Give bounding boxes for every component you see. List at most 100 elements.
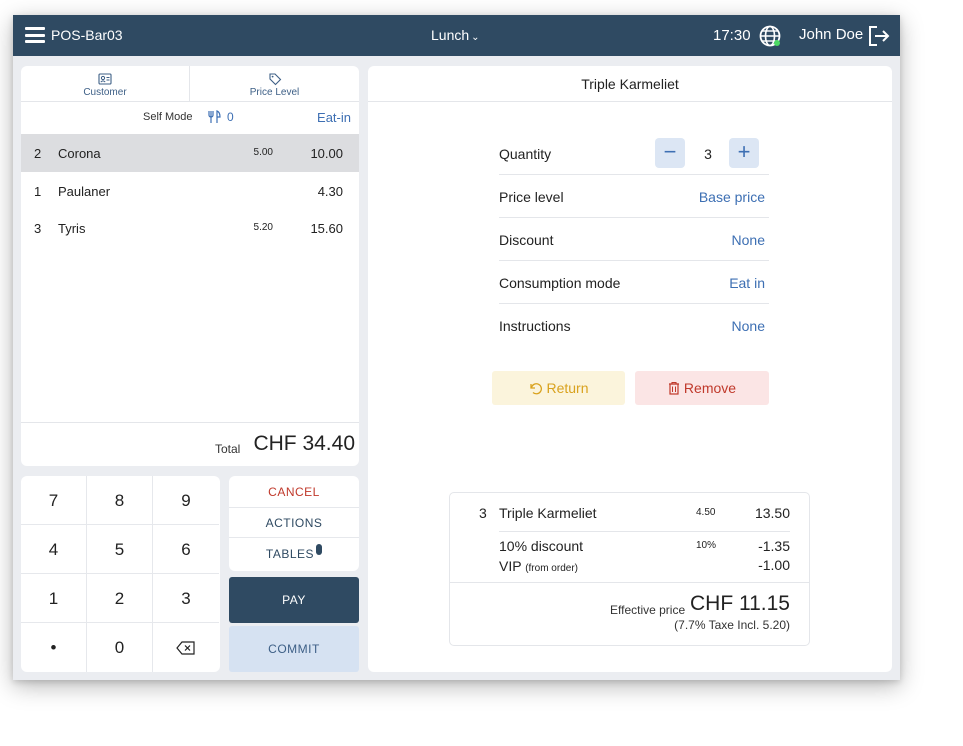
commit-button[interactable]: COMMIT [229,626,359,672]
remove-button[interactable]: Remove [635,371,769,405]
vip-line-value: -1.00 [758,557,790,573]
key-2[interactable]: 2 [87,574,153,623]
chevron-down-icon: ⌄ [471,32,480,43]
discount-line-label: 10% discount [499,538,584,554]
discount-row: Discount None [499,218,769,261]
tables-label: TABLES [265,547,315,561]
order-line[interactable]: 2 Corona 5.00 10.00 [21,134,359,172]
consumption-mode-value[interactable]: Eat in [729,275,765,291]
line-name: Paulaner [58,184,111,199]
line-name: Tyris [58,221,86,236]
line-total: 4.30 [317,184,343,199]
instructions-row: Instructions None [499,304,769,347]
tab-price-level-label: Price Level [249,87,300,98]
backspace-icon [176,641,195,655]
line-name: Corona [58,146,101,161]
price-summary: 3 Triple Karmeliet 4.50 13.50 10% discou… [449,492,810,646]
price-level-label: Price level [499,189,564,205]
key-7[interactable]: 7 [21,476,87,525]
price-level-row: Price level Base price [499,175,769,218]
tables-badge [316,544,323,555]
actions-button[interactable]: ACTIONS [229,508,359,538]
guest-count[interactable]: 0 [227,110,234,124]
order-line[interactable]: 1 Paulaner 4.30 [21,172,359,210]
clock: 17:30 [713,27,751,44]
vip-line-label: VIP (from order) [499,558,578,574]
key-6[interactable]: 6 [153,525,219,574]
line-total: 15.60 [310,221,343,236]
instructions-label: Instructions [499,318,571,334]
discount-value[interactable]: None [732,232,765,248]
undo-icon [530,383,543,395]
quantity-decrease-button[interactable]: − [655,138,685,168]
instructions-value[interactable]: None [732,318,765,334]
pos-window: POS-Bar03 Lunch ⌄ 17:30 John Doe Custome… [13,15,900,680]
line-unit-price: 5.20 [253,222,273,233]
line-unit-price: 5.00 [253,147,273,158]
hamburger-menu-icon[interactable] [25,27,45,43]
quantity-increase-button[interactable]: + [729,138,759,168]
key-9[interactable]: 9 [153,476,219,525]
numeric-keypad: 7 8 9 4 5 6 1 2 3 • 0 [21,476,220,672]
tab-customer[interactable]: Customer [21,66,190,102]
pay-button[interactable]: PAY [229,577,359,623]
discount-line-percent: 10% [696,540,717,551]
summary-line: 3 Triple Karmeliet 4.50 13.50 [450,493,809,531]
key-0[interactable]: 0 [87,623,153,672]
customer-card-icon [98,73,112,85]
price-level-value[interactable]: Base price [699,189,765,205]
quantity-value: 3 [704,146,712,162]
cancel-button[interactable]: CANCEL [229,476,359,508]
effective-price-label: Effective price [610,603,686,617]
key-1[interactable]: 1 [21,574,87,623]
user-name: John Doe [799,26,864,43]
discount-label: Discount [499,232,554,248]
tab-price-level[interactable]: Price Level [190,66,359,102]
summary-qty: 3 [479,505,487,521]
cutlery-icon[interactable] [207,110,223,124]
top-bar: POS-Bar03 Lunch ⌄ 17:30 John Doe [13,15,900,56]
summary-total: 13.50 [754,505,790,521]
summary-unit-price: 4.50 [696,507,716,518]
mode-row: Self Mode 0 Eat-in [21,102,359,134]
service-label: Lunch [431,27,470,43]
return-button[interactable]: Return [492,371,625,405]
tables-button[interactable]: TABLES [229,538,359,571]
consumption-mode-toggle[interactable]: Eat-in [317,110,351,125]
return-label: Return [546,380,589,396]
order-line[interactable]: 3 Tyris 5.20 15.60 [21,209,359,247]
line-qty: 3 [34,221,42,236]
globe-icon[interactable] [758,24,782,48]
line-total: 10.00 [310,146,343,161]
tax-note: (7.7% Taxe Incl. 5.20) [674,618,790,632]
device-name: POS-Bar03 [51,27,123,43]
order-panel: Customer Price Level Self Mode 0 Eat-in … [21,66,359,466]
divider [450,582,809,583]
quantity-label: Quantity [499,146,552,162]
consumption-mode-row: Consumption mode Eat in [499,261,769,304]
key-decimal[interactable]: • [21,623,87,672]
discount-line-value: -1.35 [758,538,790,554]
service-selector[interactable]: Lunch ⌄ [431,27,480,43]
price-tag-icon [268,73,281,86]
key-5[interactable]: 5 [87,525,153,574]
item-title: Triple Karmeliet [368,66,892,102]
key-3[interactable]: 3 [153,574,219,623]
vip-label: VIP [499,558,522,574]
key-8[interactable]: 8 [87,476,153,525]
quantity-row: Quantity − 3 + [499,132,769,175]
key-4[interactable]: 4 [21,525,87,574]
remove-label: Remove [683,380,737,396]
tab-customer-label: Customer [83,87,127,98]
logout-icon[interactable] [867,25,891,47]
order-actions: CANCEL ACTIONS TABLES [229,476,359,571]
divider [499,531,790,532]
line-qty: 1 [34,184,42,199]
trash-icon [668,381,679,395]
order-tabs: Customer Price Level [21,66,359,102]
key-backspace[interactable] [153,623,219,672]
total-value: CHF 34.40 [253,432,355,455]
order-total: Total CHF 34.40 [21,422,359,466]
effective-price-value: CHF 11.15 [690,592,790,615]
total-label: Total [215,442,241,456]
